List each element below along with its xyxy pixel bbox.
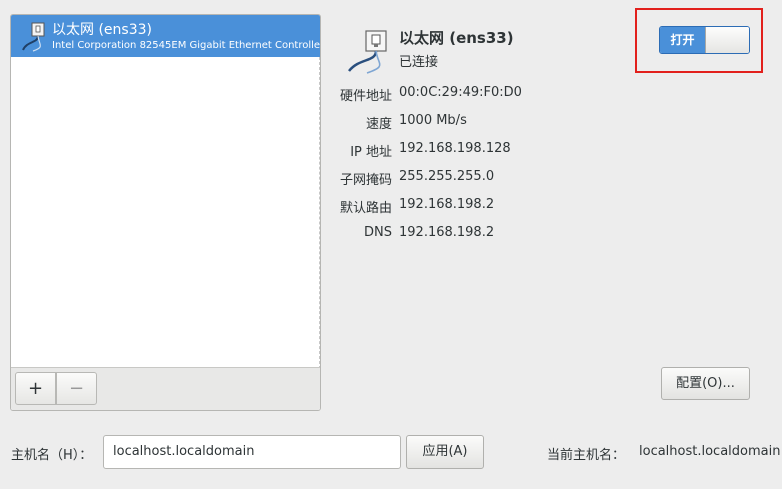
current-hostname-label: 当前主机名：: [547, 448, 626, 463]
remove-device-button[interactable]: −: [56, 372, 97, 405]
device-list-item-name: 以太网 (ens33): [52, 22, 152, 38]
device-title: 以太网 (ens33): [399, 29, 514, 47]
detail-value: 192.168.198.2: [399, 225, 495, 240]
detail-value: 192.168.198.2: [399, 197, 495, 212]
detail-value: 00:0C:29:49:F0:D0: [399, 85, 522, 100]
detail-label: 硬件地址: [339, 89, 392, 104]
detail-value: 255.255.255.0: [399, 169, 495, 184]
device-power-toggle[interactable]: 打开: [659, 26, 750, 54]
detail-label: IP 地址: [350, 145, 392, 160]
ethernet-cable-icon: [22, 22, 45, 52]
detail-label: DNS: [364, 225, 392, 240]
apply-button[interactable]: 应用(A): [406, 435, 484, 469]
detail-label: 子网掩码: [339, 173, 392, 188]
detail-label: 速度: [365, 117, 392, 132]
detail-hardware-address: 硬件地址 00:0C:29:49:F0:D0: [0, 85, 782, 105]
configure-button[interactable]: 配置(O)...: [661, 367, 750, 400]
ethernet-cable-icon: [348, 30, 387, 74]
detail-value: 1000 Mb/s: [399, 113, 467, 128]
add-device-button[interactable]: +: [15, 372, 56, 405]
detail-label: 默认路由: [339, 201, 392, 216]
hostname-label: 主机名（H）：: [11, 448, 93, 463]
detail-value: 192.168.198.128: [399, 141, 511, 156]
detail-dns: DNS 192.168.198.2: [0, 225, 782, 245]
toggle-knob[interactable]: [705, 27, 749, 53]
detail-ip-address: IP 地址 192.168.198.128: [0, 141, 782, 161]
device-status: 已连接: [399, 55, 439, 70]
device-list-item-description: Intel Corporation 82545EM Gigabit Ethern…: [52, 40, 320, 51]
toggle-on-label: 打开: [660, 27, 705, 53]
device-list-item-ens33[interactable]: 以太网 (ens33) Intel Corporation 82545EM Gi…: [11, 15, 320, 57]
hostname-input[interactable]: localhost.localdomain: [103, 435, 401, 469]
current-hostname-value: localhost.localdomain: [639, 444, 781, 459]
detail-speed: 速度 1000 Mb/s: [0, 113, 782, 133]
detail-subnet-mask: 子网掩码 255.255.255.0: [0, 169, 782, 189]
device-list-toolbar: + −: [11, 367, 320, 410]
detail-default-route: 默认路由 192.168.198.2: [0, 197, 782, 217]
